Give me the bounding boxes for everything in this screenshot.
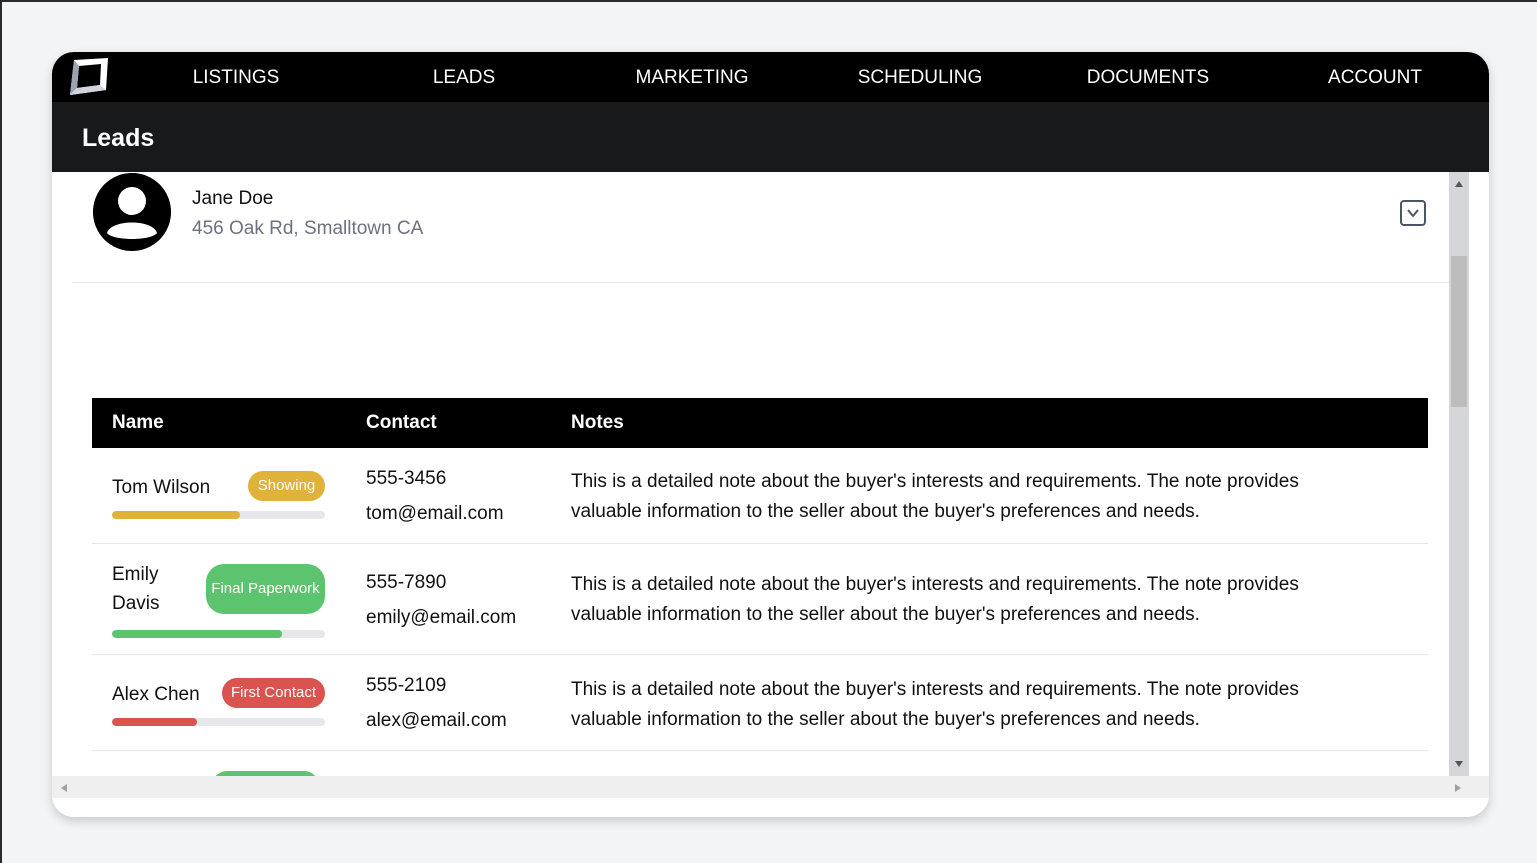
table-row[interactable]: Tom Wilson Showing 555-3456 tom@email.co… bbox=[92, 448, 1428, 544]
lead-address: 456 Oak Rd, Smalltown CA bbox=[192, 218, 424, 239]
leads-table: Name Contact Notes Tom Wilson Showing 55… bbox=[92, 398, 1428, 776]
lead-row-notes: This is a detailed note about the buyer'… bbox=[571, 471, 1299, 522]
column-header-contact: Contact bbox=[366, 412, 437, 433]
progress-bar-fill bbox=[112, 511, 240, 519]
page-title: Leads bbox=[82, 124, 155, 152]
table-row[interactable]: Emily Davis Final Paperwork 555-7890 emi… bbox=[92, 544, 1428, 655]
lead-row-phone: 555-2109 bbox=[366, 675, 447, 696]
lead-row-name: Alex Chen bbox=[112, 684, 200, 705]
column-header-name: Name bbox=[112, 412, 164, 433]
vertical-scrollbar[interactable] bbox=[1449, 172, 1469, 776]
horizontal-scrollbar[interactable] bbox=[52, 776, 1469, 798]
avatar-icon bbox=[93, 173, 171, 251]
leads-content: Jane Doe 456 Oak Rd, Smalltown CA Name C… bbox=[72, 172, 1449, 776]
app-logo-icon[interactable] bbox=[66, 57, 110, 97]
nav-marketing[interactable]: MARKETING bbox=[636, 52, 749, 102]
lead-row-notes: This is a detailed note about the buyer'… bbox=[571, 679, 1299, 730]
progress-bar-fill bbox=[112, 718, 198, 726]
lead-row-email[interactable]: emily@email.com bbox=[366, 607, 516, 629]
lead-row-email[interactable]: alex@email.com bbox=[366, 710, 507, 732]
table-row[interactable]: Alex Chen First Contact 555-2109 alex@em… bbox=[92, 655, 1428, 751]
scroll-down-icon[interactable] bbox=[1454, 760, 1464, 768]
column-header-notes: Notes bbox=[571, 412, 624, 433]
scroll-left-icon[interactable] bbox=[60, 783, 68, 793]
nav-listings[interactable]: LISTINGS bbox=[193, 52, 280, 102]
scrollbar-corner bbox=[1469, 776, 1489, 798]
chevron-down-icon[interactable] bbox=[1400, 200, 1426, 226]
nav-leads[interactable]: LEADS bbox=[433, 52, 495, 102]
page-header: Leads bbox=[52, 102, 1489, 172]
app-window: LISTINGS LEADS MARKETING SCHEDULING DOCU… bbox=[52, 52, 1489, 817]
status-badge: Final Paperwork bbox=[206, 564, 325, 614]
lead-row-notes: This is a detailed note about the buyer'… bbox=[571, 574, 1299, 625]
lead-row-name: Emily Davis bbox=[112, 564, 160, 614]
scroll-right-icon[interactable] bbox=[1454, 783, 1462, 793]
scrollbar-thumb[interactable] bbox=[1451, 256, 1467, 407]
nav-account[interactable]: ACCOUNT bbox=[1328, 52, 1422, 102]
table-header: Name Contact Notes bbox=[92, 398, 1428, 448]
progress-bar bbox=[112, 630, 325, 638]
status-badge: Showing bbox=[248, 471, 325, 501]
nav-documents[interactable]: DOCUMENTS bbox=[1087, 52, 1209, 102]
nav-scheduling[interactable]: SCHEDULING bbox=[858, 52, 983, 102]
top-navbar: LISTINGS LEADS MARKETING SCHEDULING DOCU… bbox=[52, 52, 1489, 102]
window-bottom bbox=[52, 798, 1489, 817]
lead-row-email[interactable]: tom@email.com bbox=[366, 503, 504, 525]
status-badge: First Contact bbox=[222, 678, 325, 708]
table-row[interactable] bbox=[92, 751, 1428, 776]
lead-name: Jane Doe bbox=[192, 188, 274, 209]
progress-bar bbox=[112, 718, 325, 726]
scroll-up-icon[interactable] bbox=[1454, 180, 1464, 188]
lead-row-name: Tom Wilson bbox=[112, 477, 211, 498]
progress-bar bbox=[112, 511, 325, 519]
lead-card-header[interactable]: Jane Doe 456 Oak Rd, Smalltown CA bbox=[72, 172, 1449, 283]
lead-row-phone: 555-3456 bbox=[366, 468, 447, 489]
progress-bar-fill bbox=[112, 630, 283, 638]
lead-row-phone: 555-7890 bbox=[366, 572, 447, 593]
